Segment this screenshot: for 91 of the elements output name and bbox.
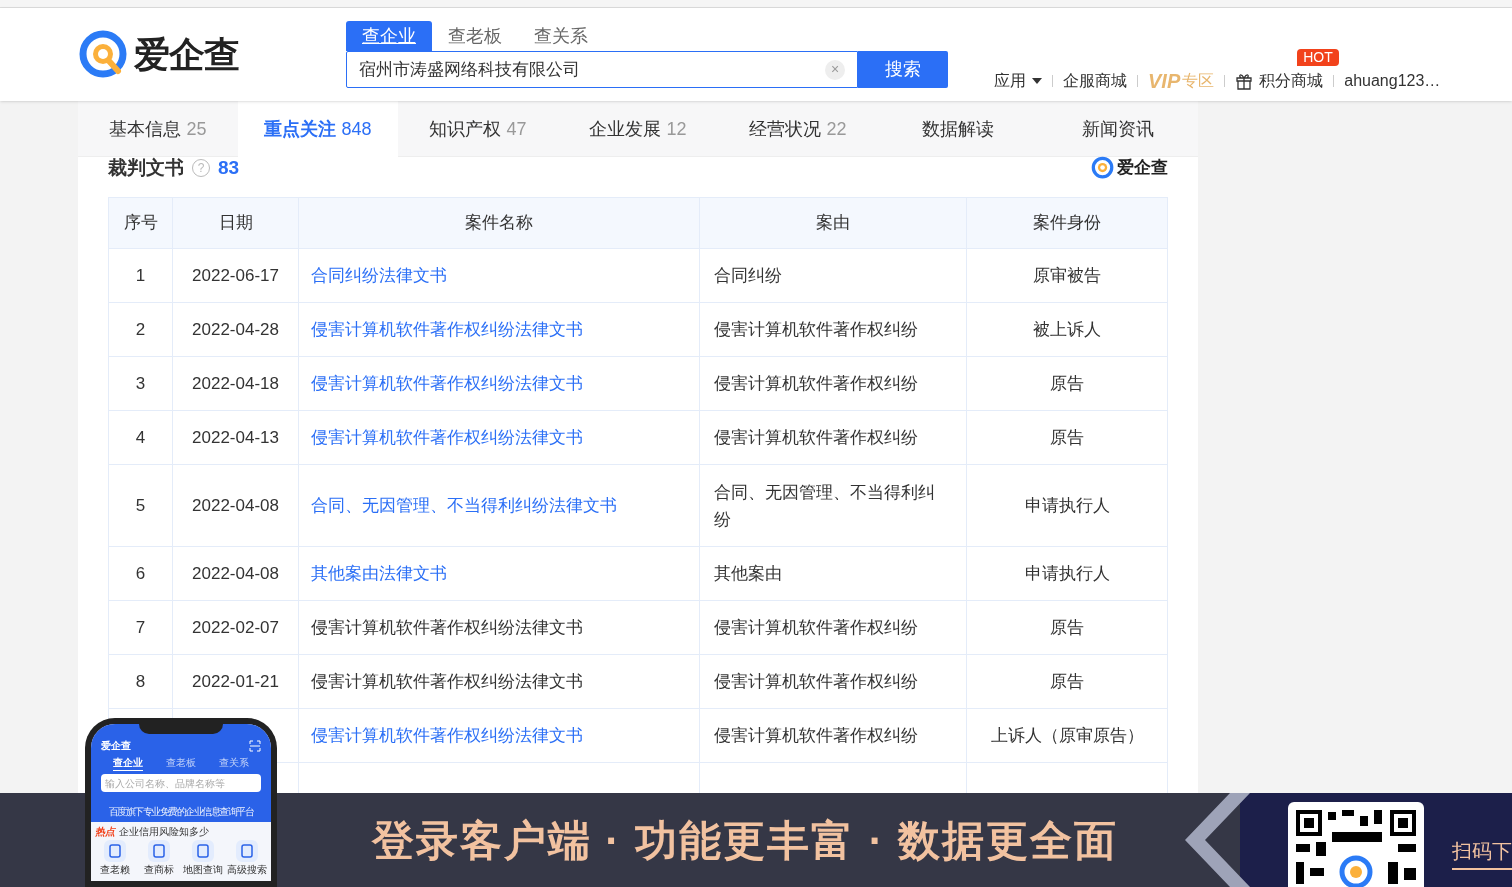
qr-code-icon [1288,802,1424,887]
table-cell: 2022-06-17 [172,248,299,303]
document-link[interactable]: 侵害计算机软件著作权纠纷法律文书 [298,356,700,411]
table-cell: 5 [108,464,173,547]
table-cell: 2022-04-28 [172,302,299,357]
app-tab[interactable]: 查企业 [112,755,143,771]
document-link[interactable]: 侵害计算机软件著作权纠纷法律文书 [298,708,700,763]
app-slogan: 百度旗下专业免费的企业信息查询平台 [108,806,254,817]
column-header: 日期 [172,197,299,249]
tab[interactable]: 基本信息 25 [78,101,238,157]
document-link[interactable]: 其他案由法律文书 [298,546,700,601]
app-tab[interactable]: 查老板 [166,755,196,771]
app-icon[interactable] [104,840,126,862]
points-mall-link[interactable]: 积分商城 [1235,69,1324,93]
app-search-field[interactable]: 输入公司名称、品牌名称等 [101,774,261,792]
table-cell: 申请执行人 [966,546,1168,601]
tab[interactable]: 知识产权 47 [398,101,558,157]
tab[interactable]: 重点关注 848 [238,101,398,157]
table-cell: 上诉人（原审原告） [966,708,1168,763]
table-cell: 合同纠纷 [699,248,967,303]
table-cell: 3 [108,356,173,411]
app-tab[interactable]: 查关系 [219,755,250,771]
table-cell: 侵害计算机软件著作权纠纷 [699,302,967,357]
news-item[interactable]: 企业信用风险知多少 [119,824,209,839]
document-link[interactable]: 侵害计算机软件著作权纠纷法律文书 [298,302,700,357]
table-cell: 6 [108,546,173,601]
table-cell: 侵害计算机软件著作权纠纷 [699,600,967,655]
table-cell: 2022-04-08 [172,546,299,601]
column-header: 案件身份 [966,197,1168,249]
search-button[interactable]: 搜索 [858,51,948,88]
table-cell: 2022-04-13 [172,410,299,465]
scan-icon[interactable] [249,739,261,752]
table-cell: 2022-02-07 [172,600,299,655]
search-tab[interactable]: 查企业 [346,21,432,51]
menu-link[interactable]: 应用 [994,69,1042,93]
section-count: 83 [218,155,240,180]
app-icon[interactable] [236,840,258,862]
app-label: 地图查询 [183,863,223,877]
hot-label: 热点 [95,825,115,839]
app-icon[interactable] [192,840,214,862]
table-cell: 8 [108,654,173,709]
tab[interactable]: 企业发展 12 [558,101,718,157]
nav-link[interactable]: ahuang123… [1344,69,1441,93]
hot-badge: HOT [1297,49,1339,66]
app-logo-text: 爱企查 [101,739,131,753]
table-cell: 2022-04-08 [172,464,299,547]
column-header: 序号 [108,197,173,249]
table-cell: 1 [108,248,173,303]
gift-icon [1235,72,1254,90]
column-header: 案件名称 [298,197,700,249]
banner-slogan: 登录客户端 · 功能更丰富 · 数据更全面 [371,815,1119,866]
section-title: 裁判文书 [108,155,184,180]
app-label: 高级搜索 [227,863,267,877]
table-cell: 侵害计算机软件著作权纠纷法律文书 [298,600,700,655]
logo-text: 爱企查 [134,33,240,77]
qr-caption: 扫码下 [1452,840,1512,870]
column-header: 案由 [699,197,967,249]
search-tab[interactable]: 查关系 [518,21,604,51]
table-cell: 侵害计算机软件著作权纠纷法律文书 [298,654,700,709]
table-cell: 2022-01-21 [172,654,299,709]
app-label: 查商标 [144,863,174,877]
brand-text: 爱企查 [1117,157,1168,180]
document-link[interactable]: 合同、无因管理、不当得利纠纷法律文书 [298,464,700,547]
table-cell: 被上诉人 [966,302,1168,357]
table-cell: 2 [108,302,173,357]
table-cell: 侵害计算机软件著作权纠纷 [699,356,967,411]
tab[interactable]: 新闻资讯 [1038,101,1198,157]
table-cell: 申请执行人 [966,464,1168,547]
table-cell: 原审被告 [966,248,1168,303]
caret-icon [1032,78,1042,84]
table-cell: 侵害计算机软件著作权纠纷 [699,410,967,465]
table-cell: 其他案由 [699,546,967,601]
table-cell: 4 [108,410,173,465]
tab[interactable]: 数据解读 [878,101,1038,157]
search-field[interactable]: 宿州市涛盛网络科技有限公司 × [346,51,858,88]
nav-link[interactable]: 企服商城 [1063,69,1127,93]
table-cell: 7 [108,600,173,655]
table-cell: 原告 [966,410,1168,465]
app-label: 查老赖 [100,863,130,877]
table-cell: 2022-04-18 [172,356,299,411]
table-cell: 原告 [966,600,1168,655]
search-tab[interactable]: 查老板 [432,21,518,51]
document-link[interactable]: 合同纠纷法律文书 [298,248,700,303]
table-cell: 原告 [966,654,1168,709]
tab[interactable]: 经营状况 22 [718,101,878,157]
table-cell: 合同、无因管理、不当得利纠纷 [699,464,967,547]
document-link[interactable]: 侵害计算机软件著作权纠纷法律文书 [298,410,700,465]
table-cell: 原告 [966,356,1168,411]
table-cell: 侵害计算机软件著作权纠纷 [699,708,967,763]
table-cell: 侵害计算机软件著作权纠纷 [699,654,967,709]
app-icon[interactable] [148,840,170,862]
